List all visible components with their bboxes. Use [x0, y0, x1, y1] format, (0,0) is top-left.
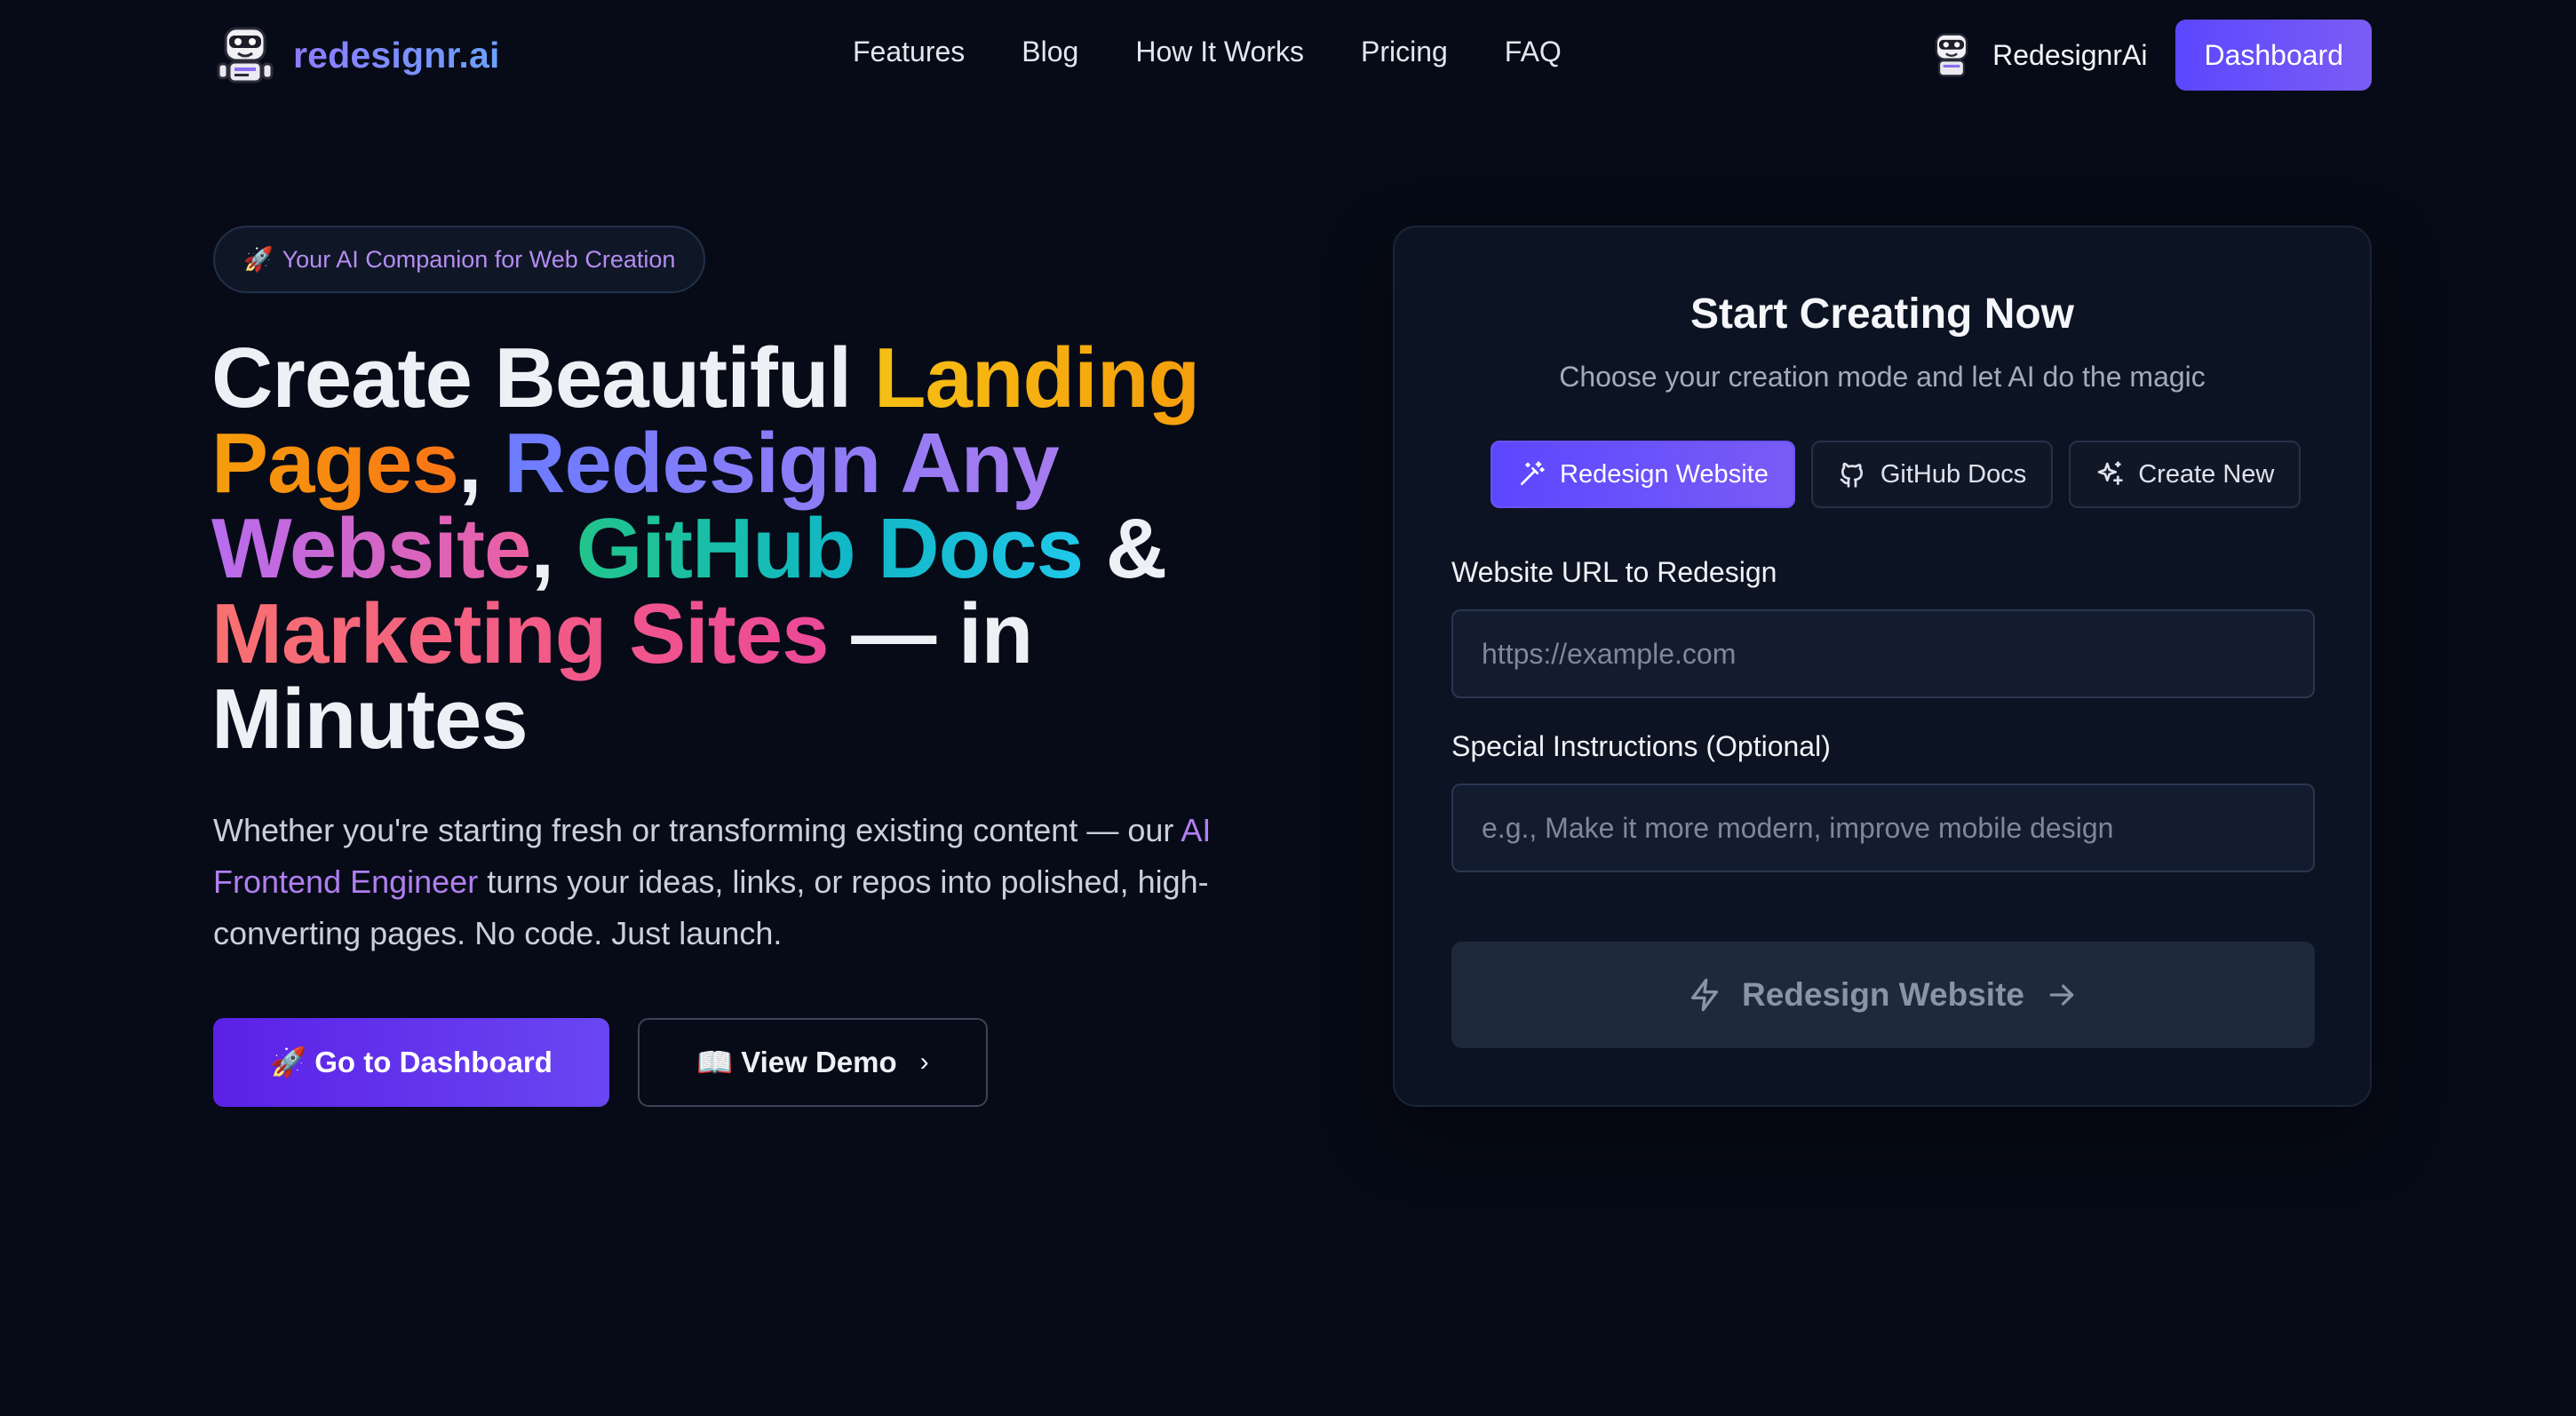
special-instructions-input[interactable]	[1451, 784, 2315, 872]
website-url-input[interactable]	[1451, 609, 2315, 698]
redesign-website-submit-button[interactable]: Redesign Website	[1451, 942, 2315, 1048]
special-instructions-label: Special Instructions (Optional)	[1451, 730, 1831, 762]
view-demo-button[interactable]: 📖 View Demo ›	[637, 1018, 988, 1107]
creation-mode-tabs: Redesign Website GitHub Docs Create New	[1491, 441, 2302, 508]
nav-link-pricing[interactable]: Pricing	[1361, 36, 1448, 68]
start-creating-card: Start Creating Now Choose your creation …	[1393, 226, 2372, 1107]
hero-cta-row: 🚀 Go to Dashboard 📖 View Demo ›	[213, 1018, 988, 1107]
tab-create-new[interactable]: Create New	[2069, 441, 2302, 508]
dashboard-button[interactable]: Dashboard	[2175, 20, 2372, 91]
nav-link-features[interactable]: Features	[853, 36, 965, 68]
hero-headline: Create Beautiful Landing Pages, Redesign…	[211, 336, 1277, 762]
brand-logo-link[interactable]: redesignr.ai	[213, 23, 500, 87]
headline-website: Website	[211, 501, 531, 596]
headline-redesign-any: Redesign Any	[504, 416, 1060, 511]
nav-link-how-it-works[interactable]: How It Works	[1135, 36, 1304, 68]
tab-github-docs-label: GitHub Docs	[1880, 459, 2027, 489]
headline-github: GitHub	[576, 501, 856, 596]
description-before: Whether you're starting fresh or transfo…	[213, 812, 1181, 848]
nav-link-faq[interactable]: FAQ	[1505, 36, 1562, 68]
lightning-bolt-icon	[1690, 978, 1718, 1012]
top-navbar: redesignr.ai Features Blog How It Works …	[0, 0, 2576, 110]
submit-label: Redesign Website	[1741, 976, 2024, 1013]
headline-ampersand: &	[1083, 501, 1167, 596]
headline-comma-1: ,	[457, 416, 505, 511]
hero-badge: 🚀 Your AI Companion for Web Creation	[213, 226, 706, 293]
tab-create-new-label: Create New	[2138, 459, 2275, 489]
view-demo-label: 📖 View Demo	[696, 1045, 897, 1078]
headline-pages: Pages	[211, 416, 459, 511]
headline-landing: Landing	[873, 330, 1200, 426]
card-subtitle: Choose your creation mode and let AI do …	[1559, 361, 2206, 393]
nav-link-blog[interactable]: Blog	[1022, 36, 1078, 68]
tab-redesign-website[interactable]: Redesign Website	[1491, 441, 1795, 508]
hero-description: Whether you're starting fresh or transfo…	[213, 805, 1261, 959]
robot-logo-icon	[217, 27, 274, 84]
magic-wand-icon	[1521, 461, 1545, 485]
tab-redesign-website-label: Redesign Website	[1560, 459, 1769, 489]
user-menu[interactable]: RedesignrAi	[1927, 30, 2147, 80]
nav-links: Features Blog How It Works Pricing FAQ	[853, 36, 1562, 68]
headline-marketing-sites: Marketing Sites	[211, 586, 830, 681]
user-avatar-icon	[1935, 33, 1968, 77]
user-name: RedesignrAi	[1992, 38, 2148, 71]
headline-docs: Docs	[878, 501, 1084, 596]
headline-part1: Create Beautiful	[211, 330, 874, 426]
headline-comma-2: ,	[530, 501, 576, 596]
rocket-emoji: 🚀	[243, 246, 274, 273]
card-title: Start Creating Now	[1690, 290, 2075, 338]
github-icon	[1840, 462, 1863, 488]
hero-badge-text: Your AI Companion for Web Creation	[282, 245, 676, 273]
website-url-label: Website URL to Redesign	[1451, 556, 1777, 588]
tab-github-docs[interactable]: GitHub Docs	[1810, 441, 2054, 508]
sparkles-icon	[2097, 461, 2123, 485]
brand-name: redesignr.ai	[293, 34, 500, 76]
arrow-right-icon	[2049, 984, 2074, 1006]
go-to-dashboard-button[interactable]: 🚀 Go to Dashboard	[213, 1018, 609, 1107]
nav-right: RedesignrAi Dashboard	[1927, 20, 2372, 91]
chevron-right-icon: ›	[919, 1047, 929, 1077]
